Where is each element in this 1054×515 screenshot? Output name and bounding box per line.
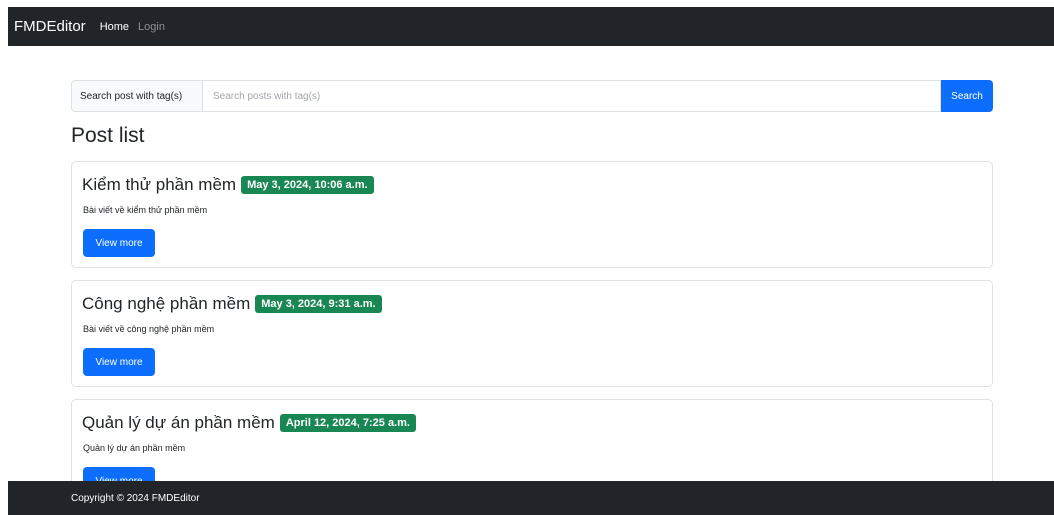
post-description: Bài viết về kiểm thử phần mềm [83,205,208,215]
nav-link-home[interactable]: Home [100,21,129,33]
page-title: Post list [71,124,145,147]
post-card: Kiểm thử phần mềm May 3, 2024, 10:06 a.m… [71,161,993,268]
post-title: Kiểm thử phần mềm [82,175,237,194]
post-description: Bài viết về công nghệ phần mềm [83,324,215,334]
page: FMDEditor Home Login Search post with ta… [0,0,1054,515]
footer: Copyright © 2024 FMDEditor [8,481,1054,515]
post-date-badge: April 12, 2024, 7:25 a.m. [279,414,416,432]
search-group: Search post with tag(s) Search [71,80,993,112]
search-label: Search post with tag(s) [71,80,202,112]
post-title: Quản lý dự án phần mềm [82,413,275,432]
post-date-badge: May 3, 2024, 9:31 a.m. [255,295,382,313]
post-date-badge: May 3, 2024, 10:06 a.m. [241,176,374,194]
brand-link[interactable]: FMDEditor [14,18,86,35]
post-header: Công nghệ phần mềm May 3, 2024, 9:31 a.m… [82,294,382,314]
post-header: Quản lý dự án phần mềm April 12, 2024, 7… [82,413,416,433]
copyright-text: Copyright © 2024 FMDEditor [71,492,200,504]
view-more-button[interactable]: View more [83,229,155,257]
post-description: Quản lý dự án phần mềm [83,443,186,453]
view-more-button[interactable]: View more [83,348,155,376]
nav-link-login[interactable]: Login [138,21,165,33]
navbar: FMDEditor Home Login [8,7,1054,46]
post-title: Công nghệ phần mềm [82,294,251,313]
search-input[interactable] [202,80,941,112]
post-header: Kiểm thử phần mềm May 3, 2024, 10:06 a.m… [82,175,374,195]
post-card: Công nghệ phần mềm May 3, 2024, 9:31 a.m… [71,280,993,387]
search-button[interactable]: Search [941,80,993,112]
